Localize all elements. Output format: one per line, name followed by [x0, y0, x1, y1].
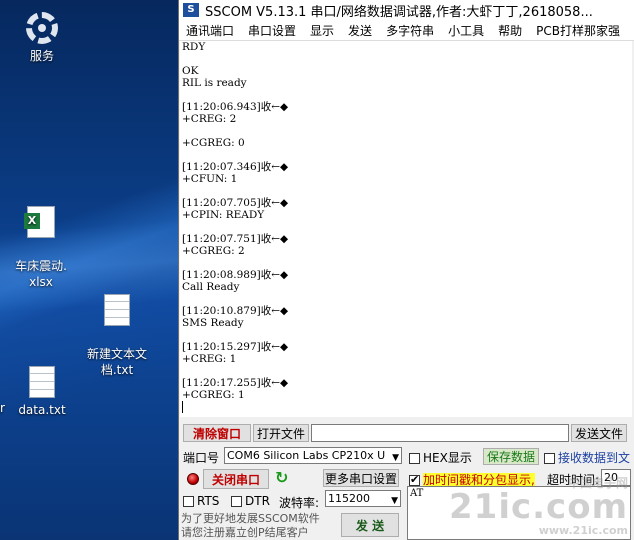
output-line: +CREG: 2 — [182, 113, 237, 125]
gear-icon — [26, 12, 58, 44]
output-line: [11:20:15.297]收←◆ — [182, 341, 289, 353]
send-file-button[interactable]: 发送文件 — [571, 424, 627, 442]
clear-window-button[interactable]: 清除窗口 — [183, 424, 251, 442]
app-icon: S — [183, 3, 199, 17]
sscom-window: S SSCOM V5.13.1 串口/网络数据调试器,作者:大虾丁丁,26180… — [178, 0, 634, 540]
output-line: [11:20:07.705]收←◆ — [182, 197, 289, 209]
desktop-icon-new-text[interactable]: 新建文本文 档.txt — [82, 278, 152, 394]
text-file-icon — [29, 366, 55, 398]
hex-display-checkbox[interactable]: HEX显示 — [409, 449, 472, 466]
output-line: +CGREG: 2 — [182, 245, 245, 257]
port-select[interactable]: COM6 Silicon Labs CP210x U ▼ — [224, 447, 402, 464]
menu-pcb-ad[interactable]: PCB打样那家强 — [529, 22, 627, 39]
more-serial-settings-button[interactable]: 更多串口设置 — [323, 469, 399, 487]
refresh-icon[interactable]: ↻ — [275, 468, 288, 487]
file-path-input[interactable] — [311, 424, 569, 442]
checkbox-icon — [409, 473, 420, 486]
output-line: RDY — [182, 41, 206, 53]
text-file-icon — [104, 294, 130, 326]
port-value: COM6 Silicon Labs CP210x U — [227, 449, 386, 462]
menu-help[interactable]: 帮助 — [491, 22, 529, 39]
output-line: Call Ready — [182, 281, 240, 293]
open-file-button[interactable]: 打开文件 — [253, 424, 309, 442]
output-line: +CREG: 1 — [182, 353, 237, 365]
output-line: [11:20:07.346]收←◆ — [182, 161, 289, 173]
output-line: [11:20:10.879]收←◆ — [182, 305, 289, 317]
baud-select[interactable]: 115200 ▼ — [325, 490, 401, 507]
output-line: +CPIN: READY — [182, 209, 265, 221]
menu-serial-settings[interactable]: 串口设置 — [241, 22, 303, 39]
checkbox-icon — [183, 496, 194, 507]
output-line: +CGREG: 0 — [182, 137, 245, 149]
text-caret — [182, 401, 183, 413]
dtr-checkbox[interactable]: DTR — [231, 494, 270, 508]
menu-bar: 通讯端口 串口设置 显示 发送 多字符串 小工具 帮助 PCB打样那家强 — [179, 20, 634, 41]
excel-file-icon: X — [24, 206, 55, 238]
output-line: [11:20:17.255]收←◆ — [182, 377, 289, 389]
receive-output-area[interactable]: RDY OK RIL is ready [11:20:06.943]收←◆ +CREG:… — [180, 41, 632, 417]
desktop-icon-label: 车床震动. xlsx — [15, 259, 67, 289]
desktop-icon-label: data.txt — [18, 403, 66, 417]
menu-multi-string[interactable]: 多字符串 — [379, 22, 441, 39]
rts-checkbox[interactable]: RTS — [183, 494, 219, 508]
output-line: OK — [182, 65, 199, 77]
desktop: 服务 X 车床震动. xlsx 新建文本文 档.txt data.txt r — [0, 0, 180, 540]
checkbox-icon — [231, 496, 242, 507]
desktop-icon-xlsx[interactable]: X 车床震动. xlsx — [8, 190, 74, 306]
output-line: RIL is ready — [182, 77, 247, 89]
output-line: [11:20:07.751]收←◆ — [182, 233, 289, 245]
port-label: 端口号 — [183, 451, 220, 465]
desktop-icon-data-txt[interactable]: data.txt — [14, 366, 70, 418]
output-line: [11:20:08.989]收←◆ — [182, 269, 289, 281]
desktop-icon-services[interactable]: 服务 — [18, 12, 66, 64]
output-line: +CFUN: 1 — [182, 173, 238, 185]
desktop-icon-label: 服务 — [29, 49, 54, 63]
chevron-down-icon: ▼ — [391, 496, 398, 506]
save-data-button[interactable]: 保存数据 — [483, 448, 539, 465]
output-line: SMS Ready — [182, 317, 244, 329]
site-watermark: 中国电子网 21ic.com www.21ic.com — [449, 476, 628, 537]
baud-value: 115200 — [328, 492, 370, 505]
menu-tools[interactable]: 小工具 — [441, 22, 491, 39]
receive-to-file-checkbox[interactable]: 接收数据到文 — [544, 449, 630, 466]
window-title: SSCOM V5.13.1 串口/网络数据调试器,作者:大虾丁丁,2618058… — [205, 4, 593, 20]
menu-send[interactable]: 发送 — [341, 22, 379, 39]
menu-display[interactable]: 显示 — [303, 22, 341, 39]
output-line: [11:20:06.943]收←◆ — [182, 101, 289, 113]
chevron-down-icon: ▼ — [392, 453, 399, 463]
send-button[interactable]: 发 送 — [341, 513, 399, 537]
edge-icon-label: r — [0, 401, 5, 415]
title-bar[interactable]: S SSCOM V5.13.1 串口/网络数据调试器,作者:大虾丁丁,26180… — [179, 0, 634, 20]
checkbox-icon — [544, 453, 555, 464]
port-status-led-icon — [187, 473, 199, 485]
desktop-icon-label: 新建文本文 档.txt — [86, 347, 147, 377]
output-line: +CGREG: 1 — [182, 389, 245, 401]
checkbox-icon — [409, 453, 420, 464]
menu-comm-port[interactable]: 通讯端口 — [179, 22, 241, 39]
promo-text: 为了更好地发展SSCOM软件 请您注册嘉立创P结尾客户 — [181, 512, 320, 539]
close-port-button[interactable]: 关闭串口 — [203, 469, 269, 489]
baud-label: 波特率: — [279, 496, 320, 510]
